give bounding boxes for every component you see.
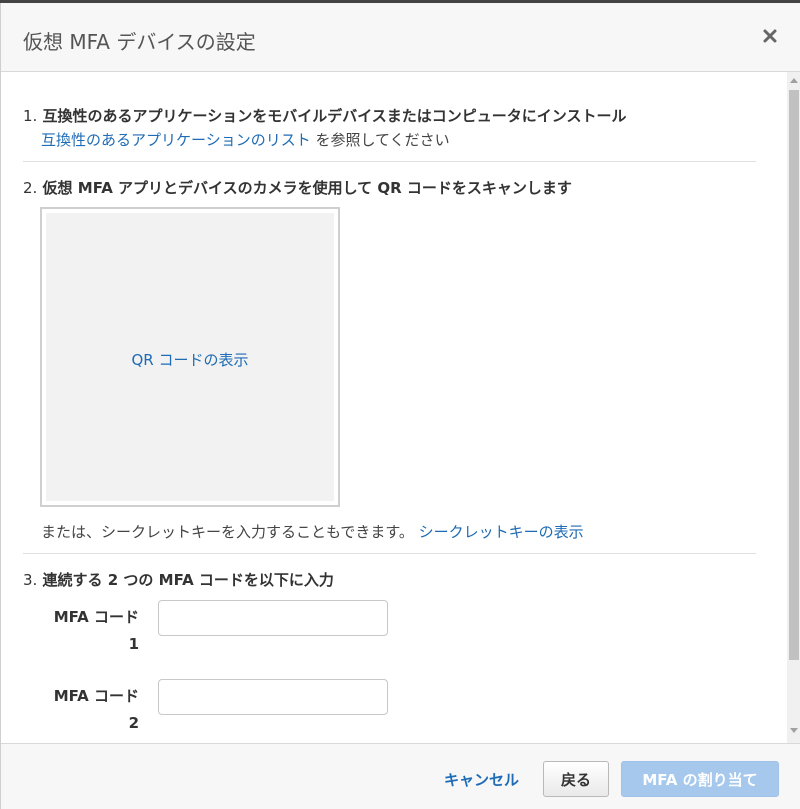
- qr-link-row: QR コードの表示: [46, 349, 334, 370]
- secret-key-row: または、シークレットキーを入力することもできます。 シークレットキーの表示: [41, 521, 584, 542]
- divider: [23, 161, 756, 162]
- dialog-header: 仮想 MFA デバイスの設定: [1, 3, 800, 72]
- step2-heading: 2. 仮想 MFA アプリとデバイスのカメラを使用して QR コードをスキャンし…: [23, 177, 572, 198]
- dialog-footer: キャンセル 戻る MFA の割り当て: [1, 743, 800, 809]
- step1-title: 互換性のあるアプリケーションをモバイルデバイスまたはコンピュータにインストール: [42, 107, 627, 125]
- mfa-code-2-label-line1: MFA コード: [53, 687, 139, 705]
- step1-link-row: 互換性のあるアプリケーションのリスト を参照してください: [41, 129, 450, 150]
- dialog-body: 1. 互換性のあるアプリケーションをモバイルデバイスまたはコンピュータにインスト…: [1, 72, 787, 743]
- vertical-scrollbar[interactable]: [787, 72, 800, 743]
- step1-suffix: を参照してください: [310, 131, 450, 149]
- show-qr-code-link[interactable]: QR コードの表示: [132, 351, 249, 369]
- qr-code-placeholder: QR コードの表示: [40, 207, 340, 507]
- back-button[interactable]: 戻る: [543, 761, 609, 797]
- scrollbar-thumb[interactable]: [789, 90, 799, 660]
- mfa-setup-dialog: 仮想 MFA デバイスの設定 1. 互換性のあるアプリケーションをモバイルデバイ…: [0, 3, 800, 809]
- scroll-up-arrow-icon[interactable]: [790, 78, 798, 83]
- qr-code-area: QR コードの表示: [46, 213, 334, 501]
- scroll-down-arrow-icon[interactable]: [790, 728, 798, 733]
- step1-number: 1.: [23, 107, 38, 125]
- step3-number: 3.: [23, 571, 38, 589]
- dialog-title: 仮想 MFA デバイスの設定: [23, 30, 256, 54]
- step3-heading: 3. 連続する 2 つの MFA コードを以下に入力: [23, 569, 334, 590]
- mfa-code-2-label-line2: 2: [128, 714, 139, 732]
- divider: [23, 553, 756, 554]
- step3-title: 連続する 2 つの MFA コードを以下に入力: [42, 571, 334, 589]
- show-secret-key-link[interactable]: シークレットキーの表示: [419, 523, 584, 541]
- close-icon[interactable]: [761, 27, 779, 45]
- mfa-code-2-label: MFA コード 2: [39, 683, 139, 737]
- cancel-button[interactable]: キャンセル: [444, 769, 519, 790]
- mfa-code-1-input[interactable]: [158, 600, 388, 636]
- secret-key-text: または、シークレットキーを入力することもできます。: [41, 523, 419, 541]
- assign-mfa-button[interactable]: MFA の割り当て: [621, 761, 779, 797]
- mfa-code-1-label: MFA コード 1: [39, 604, 139, 658]
- mfa-code-1-label-line2: 1: [128, 635, 139, 653]
- step1-heading: 1. 互換性のあるアプリケーションをモバイルデバイスまたはコンピュータにインスト…: [23, 105, 627, 126]
- mfa-code-1-label-line1: MFA コード: [53, 608, 139, 626]
- step2-title: 仮想 MFA アプリとデバイスのカメラを使用して QR コードをスキャンします: [42, 179, 572, 197]
- mfa-code-2-input[interactable]: [158, 679, 388, 715]
- step2-number: 2.: [23, 179, 38, 197]
- compatible-apps-link[interactable]: 互換性のあるアプリケーションのリスト: [41, 131, 311, 149]
